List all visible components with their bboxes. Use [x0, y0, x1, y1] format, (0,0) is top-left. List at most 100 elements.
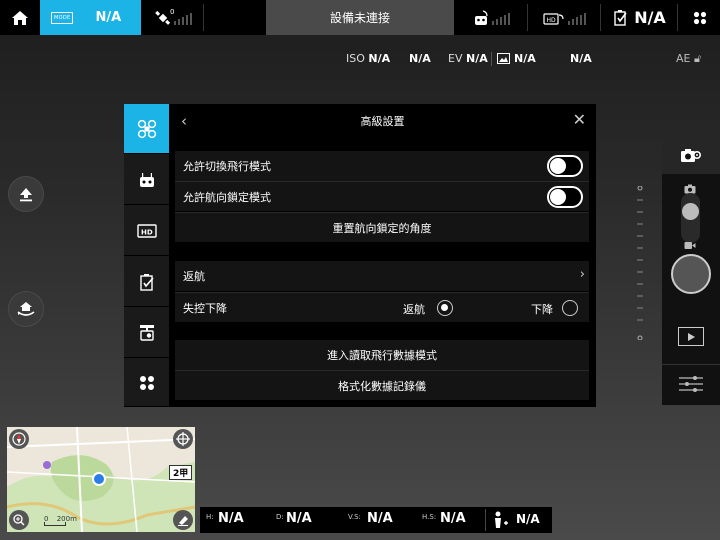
- home-distance-value: N/A: [516, 512, 540, 526]
- horizontal-speed-value: N/A: [440, 511, 466, 526]
- iso-readout: ISO N/A: [346, 52, 390, 65]
- battery-icon: [139, 273, 154, 291]
- tab-gimbal[interactable]: [124, 308, 169, 358]
- vertical-speed-value: N/A: [367, 511, 393, 526]
- map-scale-start: 0: [44, 515, 49, 523]
- option-return-label: 返航: [403, 303, 425, 316]
- rc-signal-bars: [491, 11, 510, 25]
- tab-hd-video[interactable]: HD: [124, 206, 169, 256]
- gps-status[interactable]: 0: [148, 0, 198, 35]
- camera-parameters-icon[interactable]: [679, 375, 703, 393]
- gimbal-pitch-ruler: [637, 186, 643, 340]
- flight-mode-indicator[interactable]: MODE N/A: [40, 0, 141, 35]
- back-button[interactable]: ‹: [181, 112, 187, 130]
- format-data-recorder-button[interactable]: 格式化數據記錄儀: [175, 370, 589, 400]
- camera-settings-button[interactable]: [662, 135, 720, 174]
- height-label: H:: [206, 513, 214, 521]
- drone-icon: [137, 119, 156, 138]
- camera-settings-icon: [681, 148, 702, 162]
- enter-flight-data-mode-button[interactable]: 進入讀取飛行數據模式: [175, 340, 589, 370]
- video-mode-icon[interactable]: [684, 241, 696, 250]
- tab-remote-controller[interactable]: [124, 155, 169, 205]
- iso-value: N/A: [368, 52, 391, 65]
- takeoff-icon: [20, 188, 32, 202]
- format-data-recorder-label: 格式化數據記錄儀: [338, 379, 426, 393]
- row-return-home[interactable]: 返航 ›: [175, 261, 589, 291]
- height-value: N/A: [218, 511, 244, 526]
- map-zoom-button[interactable]: [9, 510, 29, 530]
- close-button[interactable]: ✕: [573, 110, 586, 129]
- hd-icon: HD: [136, 223, 157, 238]
- image-format-icon: [497, 53, 510, 64]
- remote-controller-icon: [474, 9, 488, 25]
- ev-value: N/A: [465, 52, 488, 65]
- allow-course-lock-mode-label: 允許航向鎖定模式: [183, 190, 271, 204]
- map-compass-button[interactable]: [9, 429, 29, 449]
- unlock-icon: 🔓︎: [693, 52, 702, 65]
- panel-title: 高級設置: [360, 114, 405, 128]
- map-locate-button[interactable]: [173, 429, 193, 449]
- home-button[interactable]: [0, 0, 40, 35]
- ae-lock[interactable]: AE 🔓︎: [676, 52, 701, 66]
- tab-battery[interactable]: [124, 257, 169, 307]
- compass-icon: [12, 432, 26, 446]
- playback-button[interactable]: [678, 327, 704, 346]
- allow-course-lock-mode-toggle[interactable]: [547, 186, 583, 208]
- satellite-icon: [154, 10, 170, 25]
- mode-value: N/A: [95, 10, 122, 25]
- iso-label: ISO: [346, 52, 365, 65]
- mini-map[interactable]: 2甲 0 200m: [7, 427, 195, 532]
- row-allow-switch-flight-mode: 允許切換飛行模式: [175, 151, 589, 181]
- panel-header: ‹ 高級設置 ✕: [169, 104, 596, 137]
- row-allow-course-lock-mode: 允許航向鎖定模式: [175, 181, 589, 211]
- takeoff-button[interactable]: [8, 176, 44, 212]
- enter-flight-data-mode-label: 進入讀取飛行數據模式: [327, 349, 437, 362]
- return-home-icon: [17, 302, 35, 316]
- gimbal-icon: [139, 324, 154, 341]
- tab-general[interactable]: [124, 359, 169, 407]
- ev-label: EV: [448, 52, 463, 65]
- crosshair-icon: [176, 432, 190, 446]
- map-clear-button[interactable]: [173, 510, 193, 530]
- road-badge: 2甲: [169, 465, 193, 480]
- video-signal-bars: [567, 11, 586, 25]
- top-bar: MODE N/A 0 設備未連接 HD N/A: [0, 0, 720, 35]
- svg-text:HD: HD: [546, 17, 556, 24]
- option-descend-radio[interactable]: [562, 300, 578, 316]
- person-distance-icon: [495, 511, 508, 528]
- photo-video-switch-knob[interactable]: [682, 203, 699, 220]
- user-location-dot: [92, 472, 106, 486]
- shutter-button[interactable]: [671, 254, 711, 294]
- distance-label: D:: [276, 513, 284, 521]
- fc-failsafe-label: 失控下降: [183, 301, 227, 315]
- advanced-settings-panel: HD ‹ 高級設置 ✕ 允許切換飛行模式 允許航向鎖定模式 重置航向鎖定的角度 …: [124, 104, 596, 407]
- satellite-count: 0: [170, 8, 175, 16]
- more-dots-icon: [139, 375, 154, 390]
- distance-value: N/A: [286, 511, 312, 526]
- gps-signal-bars: [173, 11, 192, 25]
- option-return-radio[interactable]: [437, 300, 453, 316]
- ev-readout: EV N/A: [448, 52, 488, 65]
- format-readout: N/A: [497, 52, 536, 65]
- play-icon: [687, 332, 695, 341]
- video-signal[interactable]: HD: [538, 0, 590, 35]
- mode-badge: MODE: [51, 11, 74, 24]
- reset-course-lock-angle-button[interactable]: 重置航向鎖定的角度: [175, 212, 589, 242]
- return-home-button[interactable]: [8, 291, 44, 327]
- map-scale-label: 200m: [56, 515, 77, 523]
- battery-status[interactable]: N/A: [608, 0, 672, 35]
- reset-course-lock-angle-label: 重置航向鎖定的角度: [332, 221, 432, 235]
- map-scale: 0 200m: [44, 515, 77, 526]
- more-menu-button[interactable]: [680, 0, 720, 35]
- row-fc-failsafe: 失控下降 返航 下降: [175, 292, 589, 322]
- format-value: N/A: [514, 52, 536, 65]
- eraser-icon: [178, 516, 188, 526]
- allow-switch-flight-mode-toggle[interactable]: [547, 155, 583, 177]
- remaining-readout: N/A: [570, 52, 592, 65]
- option-descend-label: 下降: [531, 303, 553, 316]
- vertical-speed-label: V.S:: [348, 513, 361, 521]
- remote-controller-signal[interactable]: [466, 0, 516, 35]
- battery-icon: [614, 10, 627, 26]
- tab-aircraft[interactable]: [124, 104, 169, 154]
- return-home-label: 返航: [183, 270, 205, 283]
